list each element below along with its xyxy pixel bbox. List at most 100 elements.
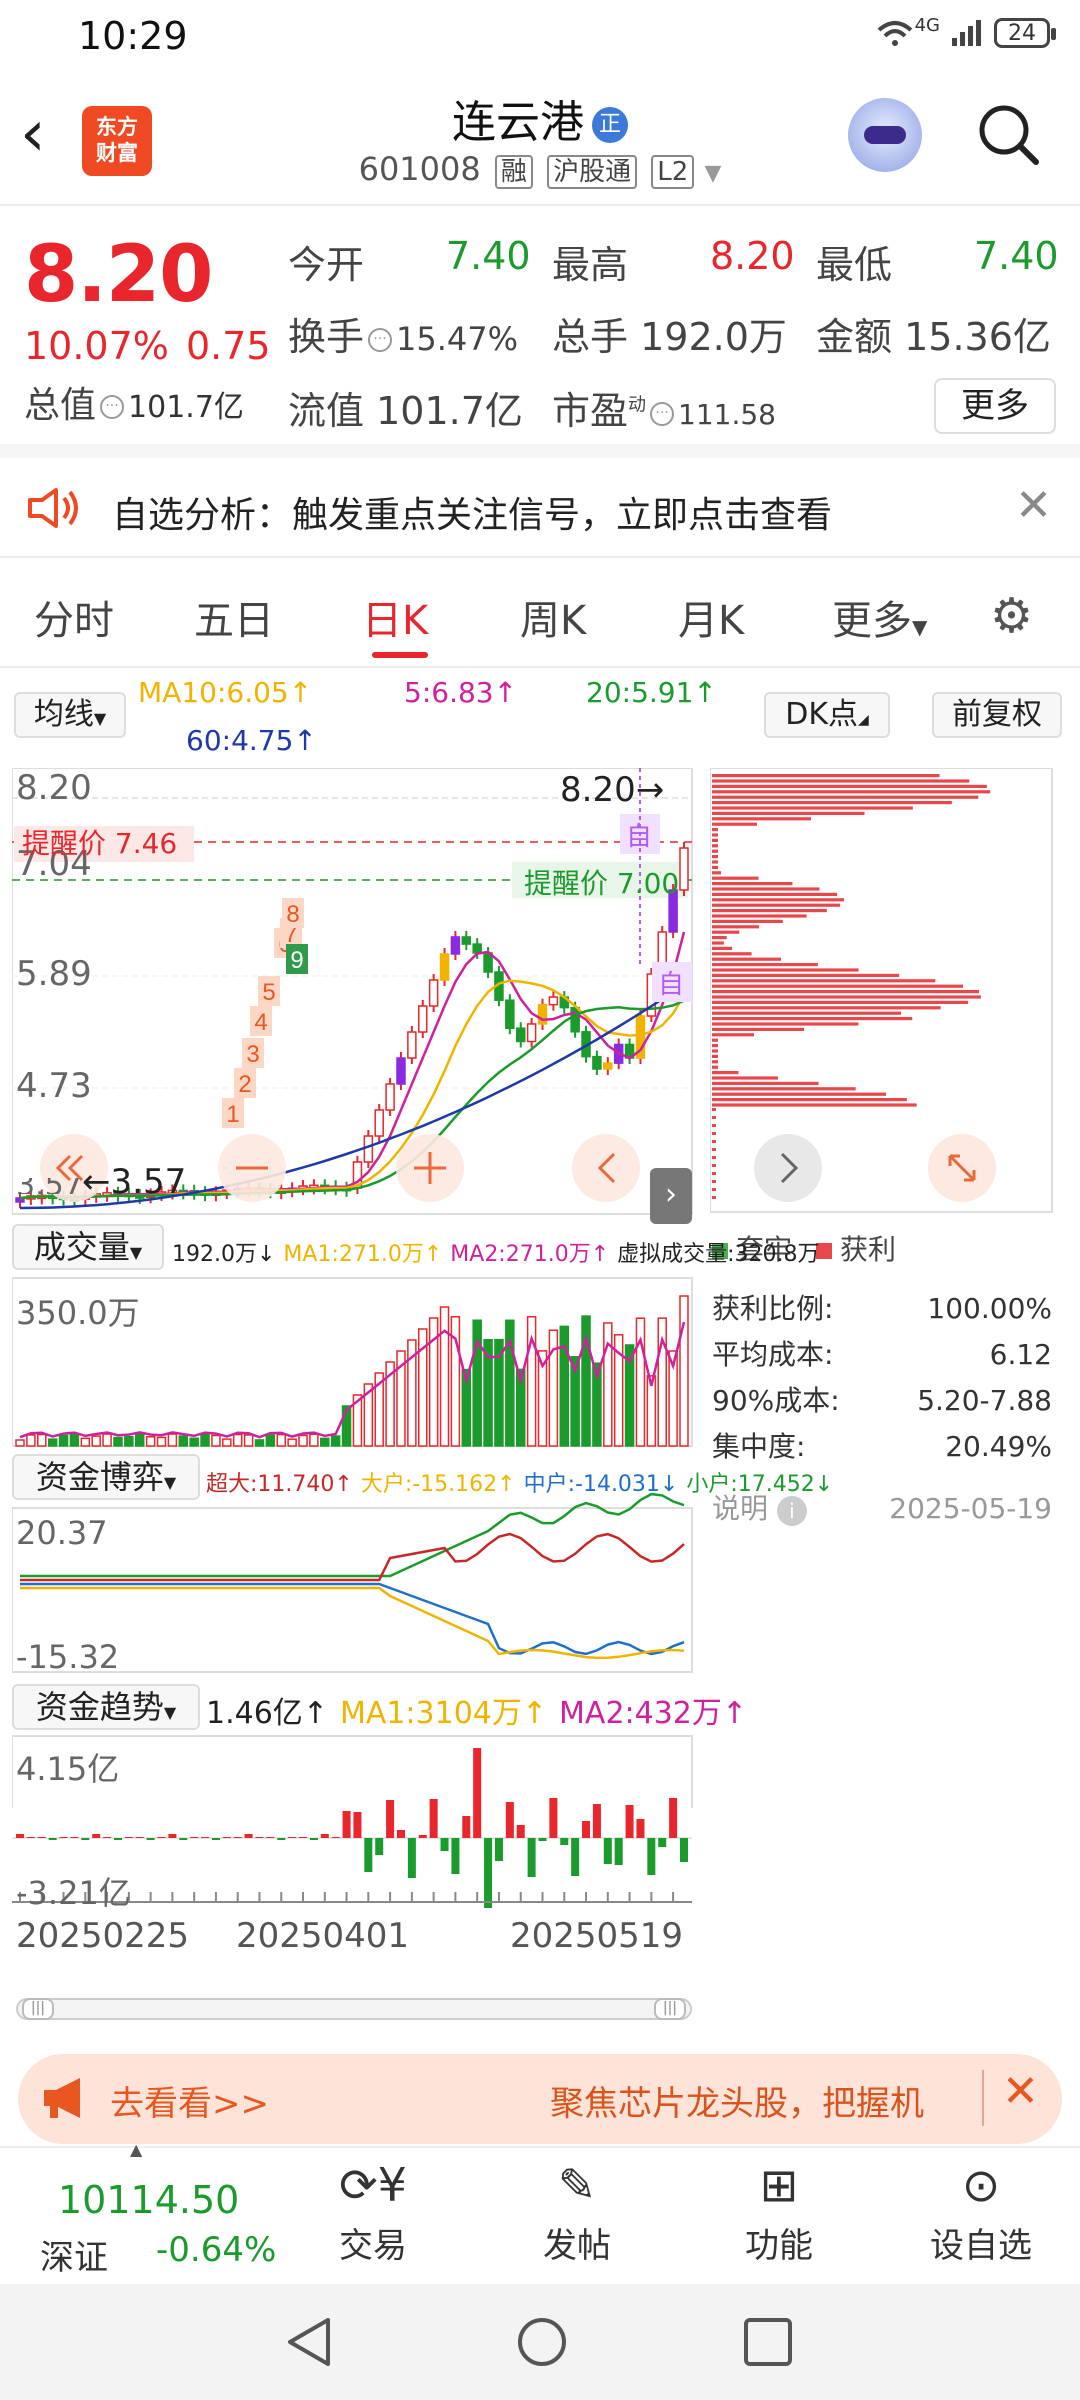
nav-recents-icon[interactable]: [742, 2316, 794, 2368]
capital-trend-label: 资金趋势: [35, 1688, 164, 1726]
volume-bar: [472, 1319, 482, 1447]
adjust-button[interactable]: 前复权: [932, 692, 1062, 738]
signal-icon: [952, 20, 981, 46]
trend-bar: [288, 1837, 297, 1838]
tab-weekly-k[interactable]: 周K: [520, 588, 586, 646]
add-watchlist-label: 设自选: [930, 2226, 1032, 2266]
chip-bar: [712, 941, 724, 945]
trend-bar: [625, 1805, 634, 1838]
dropdown-icon[interactable]: ▼: [704, 161, 721, 186]
candle-body: [439, 953, 450, 981]
trend-bar: [320, 1834, 329, 1838]
promo-banner[interactable]: 去看看>> 聚焦芯片龙头股，把握机 ✕: [18, 2054, 1062, 2144]
volume-bar: [15, 1439, 25, 1447]
stock-code-row[interactable]: 601008 融 沪股通 L2 ▼: [0, 150, 1080, 189]
banner-divider: [982, 2070, 984, 2126]
trade-icon: ⟳¥: [339, 2158, 407, 2212]
trend-bar: [494, 1838, 503, 1861]
expand-panel-button[interactable]: ›: [650, 1168, 692, 1224]
turnover-label: 换手: [288, 315, 365, 359]
candle-body: [603, 1062, 613, 1070]
stock-code: 601008: [358, 150, 481, 188]
capital-game-selector[interactable]: 资金博弈▼: [12, 1454, 200, 1500]
index-value[interactable]: 10114.50: [58, 2178, 239, 2222]
y-label-4: 4.73: [16, 1066, 92, 1106]
volume-bar: [156, 1436, 167, 1447]
volume-item: 总手 192.0万: [552, 306, 787, 361]
volume-y-label: 350.0万: [16, 1294, 140, 1332]
index-name: 深证: [40, 2238, 108, 2278]
notice-bar[interactable]: 自选分析：触发重点关注信号，立即点击查看 ✕: [0, 458, 1080, 558]
add-watchlist-button[interactable]: ⊙ 设自选: [916, 2158, 1046, 2267]
alert-price-mid[interactable]: 提醒价 7.00: [524, 862, 679, 902]
info-dots-icon[interactable]: ···: [650, 401, 675, 426]
volume-bar: [265, 1434, 276, 1447]
cg-mid: 中户:-14.031↓: [523, 1472, 679, 1497]
assistant-avatar[interactable]: [848, 98, 922, 172]
nav-home-icon[interactable]: [514, 2314, 570, 2370]
ma-selector[interactable]: 均线▼: [14, 692, 126, 738]
chip-bar-low: [712, 1148, 716, 1151]
function-button[interactable]: ⊞ 功能: [724, 2158, 834, 2267]
slider-handle-right[interactable]: |||: [654, 1998, 686, 2020]
amount-item: 金额 15.36亿: [816, 306, 1051, 361]
trend-bar: [375, 1838, 384, 1855]
trade-button[interactable]: ⟳¥ 交易: [318, 2158, 428, 2267]
info-dots-icon[interactable]: ···: [368, 327, 393, 352]
close-icon[interactable]: ✕: [1015, 480, 1052, 531]
volume-bar: [287, 1438, 297, 1447]
scroll-left-button[interactable]: [572, 1134, 640, 1202]
trend-bar: [70, 1837, 79, 1838]
dk-button[interactable]: DK点◢: [764, 692, 890, 738]
trend-bar: [353, 1812, 362, 1838]
trend-bar: [484, 1838, 493, 1908]
ma20-label: 20:5.91↑: [586, 676, 717, 709]
tab-more[interactable]: 更多▼: [832, 588, 927, 646]
banner-go-link[interactable]: 去看看>>: [110, 2076, 269, 2125]
chip-bar: [712, 882, 793, 886]
slider-handle-left[interactable]: |||: [22, 1998, 54, 2020]
chip-bar-low: [712, 1140, 716, 1143]
chip-bar: [712, 1054, 718, 1058]
volume-bar: [679, 1295, 689, 1447]
trend-bar: [386, 1800, 395, 1838]
chip-bar-low: [712, 1156, 716, 1159]
range-slider[interactable]: ||| |||: [16, 1998, 692, 2020]
y-label-high: 8.20: [16, 768, 92, 808]
close-icon[interactable]: ✕: [1002, 2066, 1039, 2117]
tab-underline: [372, 652, 428, 658]
info-dots-icon[interactable]: ···: [100, 395, 125, 419]
tab-monthly-k[interactable]: 月K: [678, 588, 744, 646]
high-label: 最高: [552, 243, 629, 287]
tab-daily-k[interactable]: 日K: [362, 588, 428, 646]
grid-icon: ⊞: [759, 2158, 799, 2212]
info-icon[interactable]: i: [776, 1496, 807, 1526]
trend-bar: [37, 1837, 46, 1838]
nav-back-icon[interactable]: [282, 2314, 338, 2370]
post-button[interactable]: ✎ 发帖: [522, 2158, 632, 2267]
low-value: 7.40: [974, 234, 1059, 278]
volume-selector[interactable]: 成交量▼: [12, 1224, 164, 1270]
tab-minute[interactable]: 分时: [34, 588, 114, 646]
last-price-value: 8.20: [560, 770, 636, 810]
search-icon[interactable]: [976, 102, 1042, 168]
chip-bar: [712, 779, 970, 783]
dk-button-label: DK点: [785, 697, 858, 732]
trend-bar: [299, 1837, 308, 1838]
chip-bar: [712, 898, 844, 902]
chip-next-button[interactable]: [754, 1134, 822, 1202]
trend-bar: [636, 1819, 645, 1838]
capital-trend-selector[interactable]: 资金趋势▼: [12, 1684, 200, 1730]
tab-five-day[interactable]: 五日: [194, 588, 274, 646]
chip-bar: [712, 925, 760, 929]
alert-price-high[interactable]: 提醒价 7.46: [22, 822, 177, 862]
gear-icon[interactable]: ⚙: [990, 588, 1033, 644]
change-percent: 10.07%: [24, 324, 169, 368]
trend-bar: [59, 1837, 68, 1838]
trend-bar: [614, 1838, 623, 1865]
td-marker-label: 2: [238, 1071, 251, 1098]
stat-avg-cost: 平均成本: 6.12: [712, 1332, 1052, 1378]
cg-y-bottom: -15.32: [16, 1638, 120, 1676]
more-button[interactable]: 更多: [934, 378, 1056, 434]
trade-label: 交易: [339, 2226, 407, 2266]
